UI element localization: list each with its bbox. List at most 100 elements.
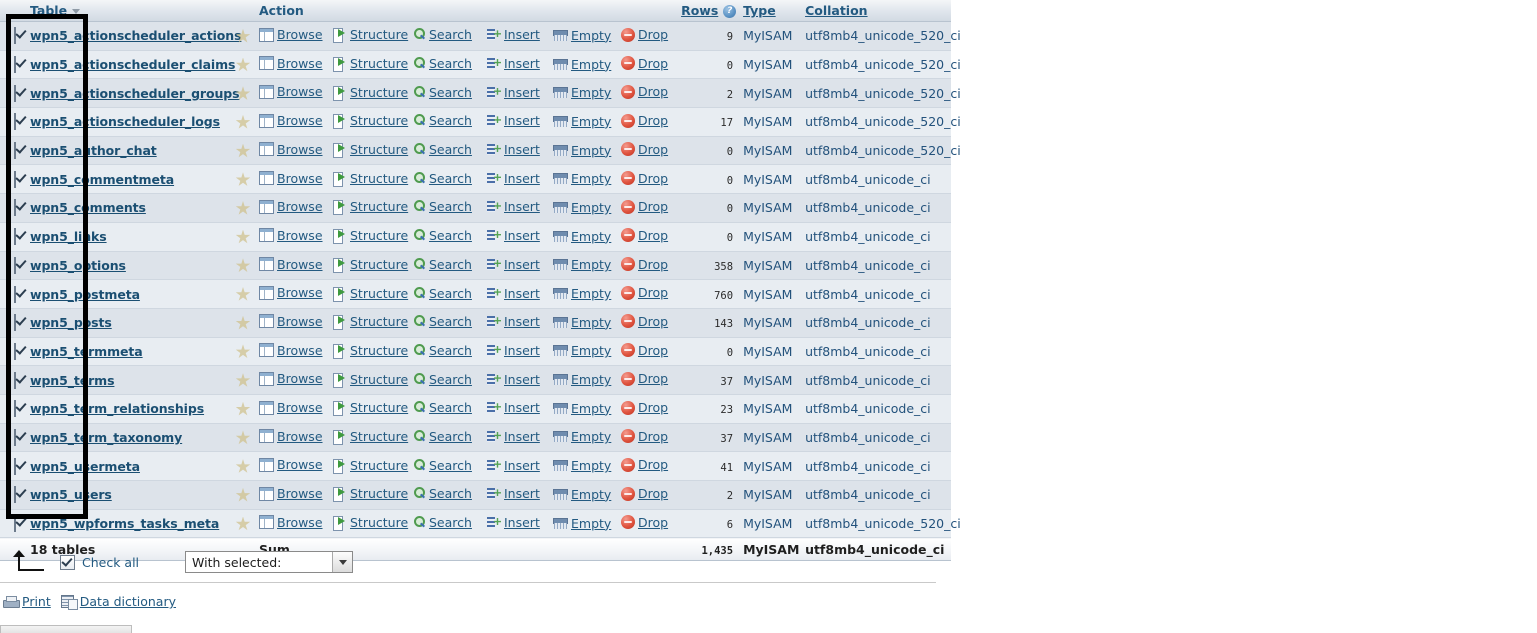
structure-action[interactable]: Structure [333, 286, 408, 302]
structure-action-label[interactable]: Structure [350, 56, 408, 71]
insert-action-cell[interactable]: Insert [483, 509, 549, 539]
empty-action-label[interactable]: Empty [571, 429, 611, 444]
insert-action[interactable]: Insert [487, 56, 540, 71]
search-action-label[interactable]: Search [429, 113, 472, 128]
search-action-cell[interactable]: Search [409, 337, 483, 367]
insert-action[interactable]: Insert [487, 400, 540, 415]
structure-action[interactable]: Structure [333, 56, 408, 73]
table-name-link[interactable]: wpn5_actionscheduler_logs [30, 114, 220, 129]
drop-action-cell[interactable]: Drop [617, 337, 678, 367]
header-collation[interactable]: Collation [801, 0, 952, 22]
search-action-cell[interactable]: Search [409, 21, 483, 51]
row-checkbox-cell[interactable] [0, 222, 26, 252]
table-name-link[interactable]: wpn5_postmeta [30, 287, 140, 302]
star-icon[interactable] [235, 28, 251, 43]
insert-action-label[interactable]: Insert [504, 400, 540, 415]
row-checkbox[interactable] [14, 170, 16, 188]
insert-action[interactable]: Insert [487, 257, 540, 272]
browse-action[interactable]: Browse [259, 56, 323, 71]
print-label[interactable]: Print [22, 594, 51, 609]
star-icon[interactable] [235, 229, 251, 244]
search-action-label[interactable]: Search [429, 56, 472, 71]
browse-action-cell[interactable]: Browse [255, 279, 329, 309]
help-info-icon[interactable]: ? [723, 5, 737, 18]
browse-action[interactable]: Browse [259, 371, 323, 386]
search-action-label[interactable]: Search [429, 286, 472, 301]
empty-action-cell[interactable]: Empty [549, 279, 617, 309]
table-name-cell[interactable]: wpn5_actionscheduler_actions [26, 21, 242, 51]
empty-action-label[interactable]: Empty [571, 114, 611, 129]
favorite-cell[interactable] [231, 164, 255, 195]
search-action-cell[interactable]: Search [409, 423, 483, 453]
insert-action-label[interactable]: Insert [504, 171, 540, 186]
browse-action[interactable]: Browse [259, 486, 323, 501]
drop-action-cell[interactable]: Drop [617, 308, 678, 338]
insert-action-cell[interactable]: Insert [483, 50, 549, 80]
structure-action-label[interactable]: Structure [350, 429, 408, 444]
drop-action[interactable]: Drop [621, 199, 668, 214]
structure-action-cell[interactable]: Structure [329, 50, 409, 80]
header-rows[interactable]: Rows? [677, 0, 740, 22]
row-checkbox-cell[interactable] [0, 50, 26, 80]
search-action[interactable]: Search [413, 372, 472, 387]
browse-action-cell[interactable]: Browse [255, 78, 329, 109]
row-checkbox[interactable] [14, 256, 16, 274]
structure-action[interactable]: Structure [333, 228, 408, 245]
drop-action-cell[interactable]: Drop [617, 423, 678, 453]
insert-action-label[interactable]: Insert [504, 343, 540, 358]
empty-action-label[interactable]: Empty [571, 85, 611, 100]
drop-action-label[interactable]: Drop [638, 343, 668, 358]
drop-action-label[interactable]: Drop [638, 171, 668, 186]
header-table[interactable]: Table [26, 0, 231, 22]
insert-action-cell[interactable]: Insert [483, 451, 549, 481]
star-icon[interactable] [235, 344, 251, 359]
empty-action-label[interactable]: Empty [571, 200, 611, 215]
row-checkbox[interactable] [14, 56, 16, 74]
drop-action-label[interactable]: Drop [638, 27, 668, 42]
structure-action-cell[interactable]: Structure [329, 279, 409, 309]
table-name-link[interactable]: wpn5_wpforms_tasks_meta [30, 516, 219, 531]
browse-action[interactable]: Browse [259, 142, 323, 157]
structure-action[interactable]: Structure [333, 515, 408, 532]
empty-action[interactable]: Empty [553, 57, 611, 72]
search-action-label[interactable]: Search [429, 343, 472, 358]
insert-action[interactable]: Insert [487, 515, 540, 530]
insert-action-cell[interactable]: Insert [483, 193, 549, 223]
insert-action[interactable]: Insert [487, 486, 540, 501]
row-checkbox[interactable] [14, 113, 16, 131]
drop-action-cell[interactable]: Drop [617, 279, 678, 309]
chevron-down-icon[interactable] [332, 552, 353, 572]
star-icon[interactable] [235, 258, 251, 272]
header-type[interactable]: Type [739, 0, 802, 22]
browse-action-cell[interactable]: Browse [255, 337, 329, 367]
structure-action-label[interactable]: Structure [350, 85, 408, 100]
structure-action[interactable]: Structure [333, 400, 408, 417]
structure-action[interactable]: Structure [333, 85, 408, 101]
empty-action-label[interactable]: Empty [571, 516, 611, 531]
drop-action-label[interactable]: Drop [638, 371, 668, 386]
star-icon[interactable] [235, 516, 251, 531]
drop-action-label[interactable]: Drop [638, 457, 668, 472]
row-checkbox[interactable] [14, 342, 16, 360]
browse-action-cell[interactable]: Browse [255, 308, 329, 338]
drop-action-label[interactable]: Drop [638, 142, 668, 157]
insert-action-cell[interactable]: Insert [483, 423, 549, 453]
browse-action-cell[interactable]: Browse [255, 394, 329, 424]
empty-action-cell[interactable]: Empty [549, 21, 617, 51]
browse-action-label[interactable]: Browse [277, 84, 323, 99]
drop-action-label[interactable]: Drop [638, 199, 668, 214]
search-action[interactable]: Search [413, 257, 472, 272]
empty-action-label[interactable]: Empty [571, 372, 611, 387]
check-all-control[interactable]: Check all [60, 554, 139, 570]
insert-action[interactable]: Insert [487, 314, 540, 329]
empty-action-label[interactable]: Empty [571, 57, 611, 72]
browse-action[interactable]: Browse [259, 84, 323, 99]
browse-action-cell[interactable]: Browse [255, 509, 329, 539]
search-action-label[interactable]: Search [429, 27, 472, 42]
table-name-link[interactable]: wpn5_terms [30, 373, 115, 388]
browse-action-cell[interactable]: Browse [255, 193, 329, 223]
table-name-cell[interactable]: wpn5_wpforms_tasks_meta [26, 509, 231, 539]
table-name-cell[interactable]: wpn5_links [26, 222, 231, 252]
search-action-cell[interactable]: Search [409, 308, 483, 338]
table-name-link[interactable]: wpn5_actionscheduler_actions [30, 28, 242, 43]
